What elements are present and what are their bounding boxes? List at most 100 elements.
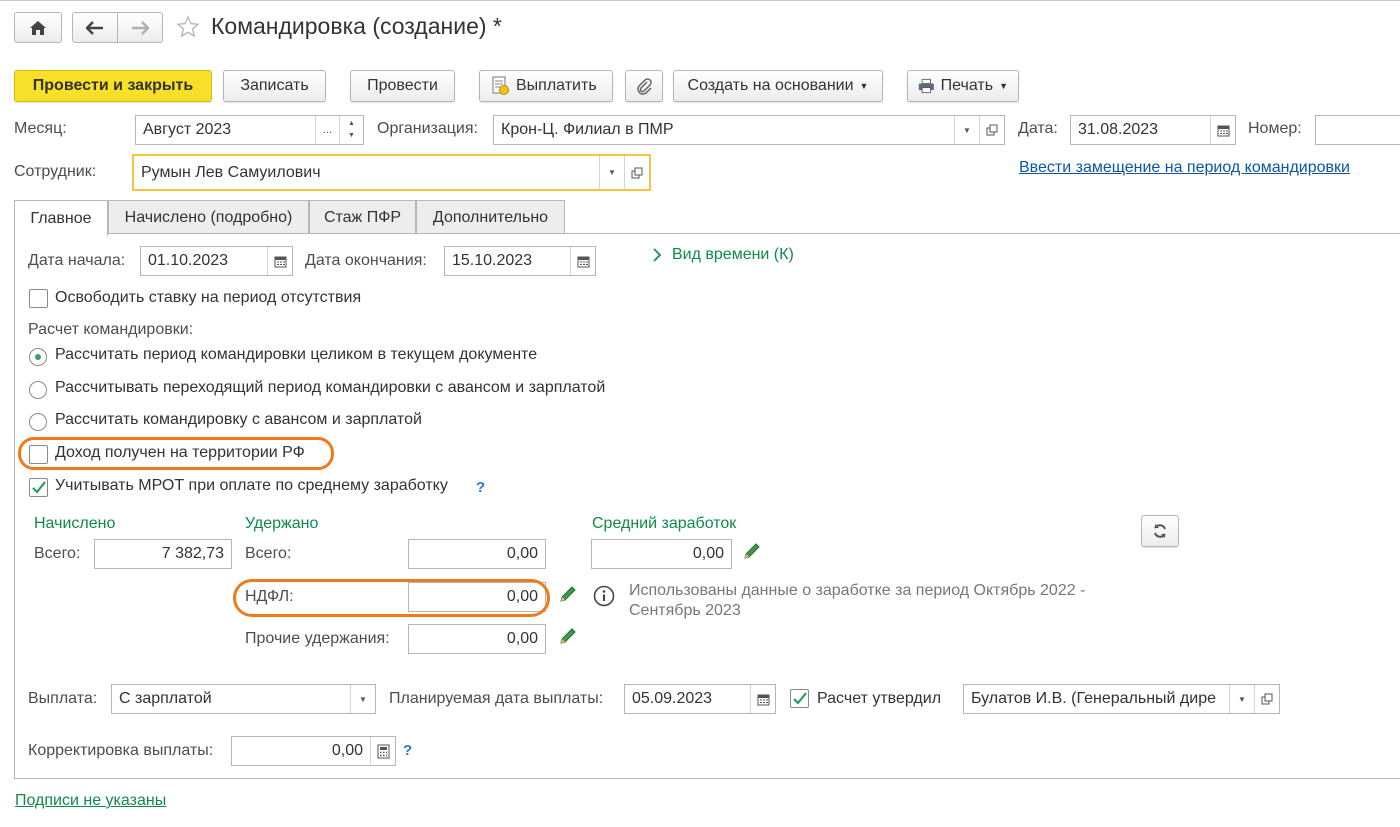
month-spinner[interactable]: ▲ ▼ — [339, 116, 363, 144]
tab-main[interactable]: Главное — [14, 200, 108, 236]
approver-dropdown-icon[interactable]: ▼ — [1229, 685, 1254, 713]
radio-calc-transitional-label: Рассчитывать переходящий период командир… — [55, 379, 606, 396]
calendar-icon[interactable] — [570, 247, 595, 275]
refresh-button[interactable] — [1141, 515, 1179, 547]
top-border — [0, 0, 1400, 1]
home-icon — [30, 20, 46, 35]
accrued-total-label: Всего: — [34, 545, 81, 562]
time-kind-label: Вид времени (К) — [672, 246, 794, 263]
average-earnings-value: 0,00 — [692, 545, 724, 562]
withheld-heading: Удержано — [245, 515, 319, 532]
checkmark-icon — [793, 692, 807, 705]
tab-pfr-experience[interactable]: Стаж ПФР — [309, 200, 416, 234]
radio-calc-advance[interactable] — [29, 413, 47, 431]
other-withholdings-field: 0,00 — [408, 624, 546, 654]
payment-value: С зарплатой — [119, 690, 212, 707]
end-date-field[interactable]: 15.10.2023 — [444, 246, 596, 276]
create-based-on-label: Создать на основании — [687, 77, 854, 94]
printer-icon — [918, 78, 934, 94]
free-rate-label: Освободить ставку на период отсутствия — [55, 289, 362, 306]
month-field[interactable]: Август 2023 ... ▲ ▼ — [135, 115, 364, 145]
pay-button[interactable]: Выплатить — [479, 70, 613, 102]
radio-calc-advance-label: Рассчитать командировку с авансом и зарп… — [55, 411, 422, 428]
print-button[interactable]: Печать ▼ — [907, 70, 1019, 102]
number-label: Номер: — [1248, 120, 1302, 137]
withheld-total-label: Всего: — [245, 545, 292, 562]
signatures-link[interactable]: Подписи не указаны — [15, 792, 166, 810]
other-withholdings-value: 0,00 — [506, 630, 538, 647]
correction-field[interactable]: 0,00 — [231, 736, 396, 766]
calendar-icon[interactable] — [1210, 116, 1235, 144]
replacement-link[interactable]: Ввести замещение на период командировки — [1019, 159, 1350, 177]
tab-additional[interactable]: Дополнительно — [416, 200, 565, 234]
spin-down-icon[interactable]: ▼ — [348, 130, 355, 142]
withheld-total-value: 0,00 — [506, 545, 538, 562]
ndfl-label: НДФЛ: — [245, 588, 294, 605]
time-kind-toggle[interactable]: Вид времени (К) — [651, 246, 794, 264]
info-text-line2: Сентябрь 2023 — [629, 602, 741, 619]
organization-open-icon[interactable] — [979, 116, 1004, 144]
mrot-label: Учитывать МРОТ при оплате по среднему за… — [55, 477, 448, 494]
print-label: Печать — [940, 77, 994, 94]
forward-button[interactable] — [117, 12, 163, 43]
average-earnings-heading: Средний заработок — [592, 515, 737, 532]
approver-open-icon[interactable] — [1254, 685, 1279, 713]
start-date-label: Дата начала: — [28, 252, 126, 269]
correction-label: Корректировка выплаты: — [28, 742, 214, 759]
create-based-on-button[interactable]: Создать на основании ▼ — [673, 70, 883, 102]
edit-ndfl-pencil-icon[interactable] — [558, 584, 578, 604]
start-date-value: 01.10.2023 — [148, 252, 229, 269]
payment-select[interactable]: С зарплатой ▼ — [111, 684, 376, 714]
correction-help-icon[interactable]: ? — [403, 742, 412, 759]
other-withholdings-label: Прочие удержания: — [245, 630, 390, 647]
paperclip-icon — [637, 78, 652, 95]
employee-field[interactable]: Румын Лев Самуилович ▼ — [132, 154, 651, 191]
income-rf-checkbox[interactable] — [29, 445, 48, 464]
start-date-field[interactable]: 01.10.2023 — [140, 246, 293, 276]
mrot-help-icon[interactable]: ? — [476, 479, 485, 496]
month-label: Месяц: — [14, 120, 67, 137]
post-and-close-button[interactable]: Провести и закрыть — [14, 70, 212, 102]
radio-calc-transitional[interactable] — [29, 381, 47, 399]
date-label: Дата: — [1018, 120, 1058, 137]
approver-value: Булатов И.В. (Генеральный дире — [971, 690, 1216, 707]
payment-dropdown-icon[interactable]: ▼ — [350, 685, 375, 713]
date-field[interactable]: 31.08.2023 — [1070, 115, 1236, 145]
calendar-icon[interactable] — [750, 685, 775, 713]
planned-date-label: Планируемая дата выплаты: — [389, 690, 604, 707]
checkmark-icon — [32, 481, 46, 494]
post-button[interactable]: Провести — [350, 70, 455, 102]
attach-button[interactable] — [625, 70, 663, 102]
chevron-right-icon — [653, 248, 662, 262]
calendar-icon[interactable] — [267, 247, 292, 275]
edit-other-pencil-icon[interactable] — [558, 626, 578, 646]
organization-dropdown-icon[interactable]: ▼ — [954, 116, 979, 144]
edit-average-pencil-icon[interactable] — [742, 541, 762, 561]
planned-date-field[interactable]: 05.09.2023 — [624, 684, 776, 714]
income-rf-label: Доход получен на территории РФ — [55, 444, 305, 461]
info-icon — [593, 585, 615, 607]
organization-field[interactable]: Крон-Ц. Филиал в ПМР ▼ — [493, 115, 1005, 145]
favorite-star-icon[interactable] — [176, 15, 200, 39]
calculator-icon[interactable] — [370, 737, 395, 765]
back-button[interactable] — [72, 12, 118, 43]
month-choose-button[interactable]: ... — [315, 116, 339, 144]
tab-accrued-detailed[interactable]: Начислено (подробно) — [108, 200, 309, 234]
home-button[interactable] — [14, 12, 62, 43]
correction-value: 0,00 — [331, 742, 363, 759]
dropdown-arrow-icon: ▼ — [999, 81, 1008, 91]
ndfl-value: 0,00 — [506, 588, 538, 605]
withheld-total-field: 0,00 — [408, 539, 546, 569]
employee-dropdown-icon[interactable]: ▼ — [599, 156, 624, 189]
save-button[interactable]: Записать — [223, 70, 326, 102]
employee-open-icon[interactable] — [624, 156, 649, 189]
radio-calc-whole[interactable] — [29, 348, 47, 366]
free-rate-checkbox[interactable] — [29, 289, 48, 308]
approved-checkbox[interactable] — [790, 689, 809, 708]
approver-field[interactable]: Булатов И.В. (Генеральный дире ▼ — [963, 684, 1280, 714]
spin-up-icon[interactable]: ▲ — [348, 118, 355, 130]
mrot-checkbox[interactable] — [29, 478, 48, 497]
month-value: Август 2023 — [143, 121, 232, 138]
number-field[interactable] — [1315, 115, 1400, 145]
planned-date-value: 05.09.2023 — [632, 690, 713, 707]
